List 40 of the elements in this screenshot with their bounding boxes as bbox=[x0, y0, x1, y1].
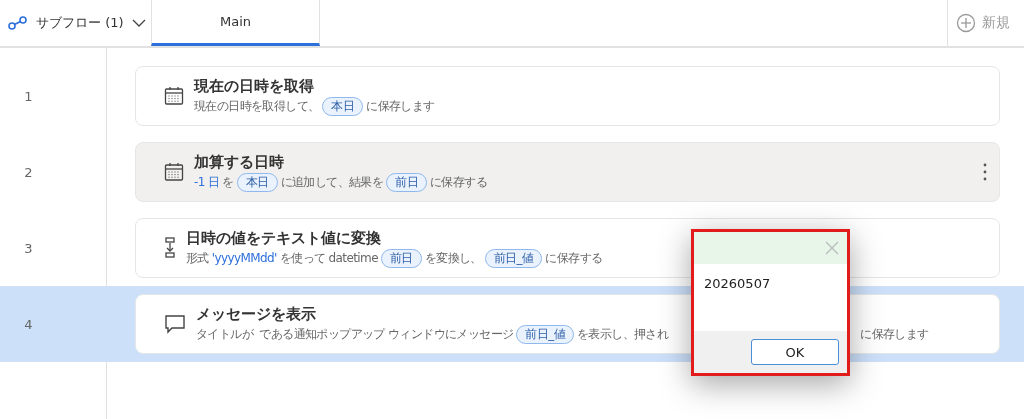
description-text: に保存する bbox=[545, 249, 603, 267]
variable-tag[interactable]: 本日 bbox=[322, 96, 364, 116]
variable-tag[interactable]: 前日 bbox=[386, 172, 428, 192]
description-text: 現在の日時を取得して、 bbox=[194, 97, 320, 115]
line-number: 2 bbox=[23, 164, 34, 180]
value-text: 'yyyyMMdd' bbox=[211, 251, 277, 265]
action-card[interactable]: 加算する日時 -1 日 を 本日 に追加して、結果を 前日 に保存する bbox=[135, 142, 1000, 202]
description-text: を使って datetime bbox=[279, 249, 378, 267]
action-title: メッセージを表示 bbox=[196, 304, 316, 324]
description-text: を変換し、 bbox=[424, 249, 482, 267]
description-text: に追加して、結果を bbox=[280, 173, 384, 191]
variable-tag[interactable]: 前日_値 bbox=[484, 248, 543, 268]
action-title: 現在の日時を取得 bbox=[194, 76, 314, 96]
description-text: を bbox=[222, 173, 234, 191]
value-text: -1 日 bbox=[194, 173, 220, 191]
flow-tab[interactable]: Main bbox=[151, 0, 320, 46]
subflow-icon bbox=[8, 16, 28, 30]
calendar-icon bbox=[164, 162, 184, 182]
line-number: 3 bbox=[23, 240, 34, 256]
action-card[interactable]: 現在の日時を取得 現在の日時を取得して、 本日 に保存します bbox=[135, 66, 1000, 126]
more-icon[interactable] bbox=[983, 163, 987, 181]
variable-tag[interactable]: 前日 bbox=[380, 248, 422, 268]
calendar-icon bbox=[164, 86, 184, 106]
action-title: 日時の値をテキスト値に変換 bbox=[186, 228, 381, 248]
ok-button[interactable]: OK bbox=[751, 339, 839, 365]
description-text: に保存する bbox=[430, 173, 488, 191]
chevron-down-icon bbox=[131, 19, 146, 27]
convert-icon bbox=[164, 237, 176, 259]
plus-circle-icon bbox=[956, 13, 976, 33]
line-number: 4 bbox=[23, 316, 34, 332]
description-text: を表示し、押され bbox=[577, 325, 669, 343]
description-text: に保存します bbox=[860, 325, 929, 343]
description-text: タイトルが である通知ポップアップ ウィンドウにメッセージ bbox=[196, 325, 514, 343]
variable-tag[interactable]: 本日 bbox=[236, 172, 278, 192]
line-number: 1 bbox=[23, 88, 34, 104]
description-text: 形式 bbox=[186, 249, 209, 267]
variable-tag[interactable]: 前日_値 bbox=[516, 324, 575, 344]
action-title: 加算する日時 bbox=[194, 152, 284, 172]
description-text: に保存します bbox=[366, 97, 435, 115]
message-icon bbox=[164, 314, 186, 334]
